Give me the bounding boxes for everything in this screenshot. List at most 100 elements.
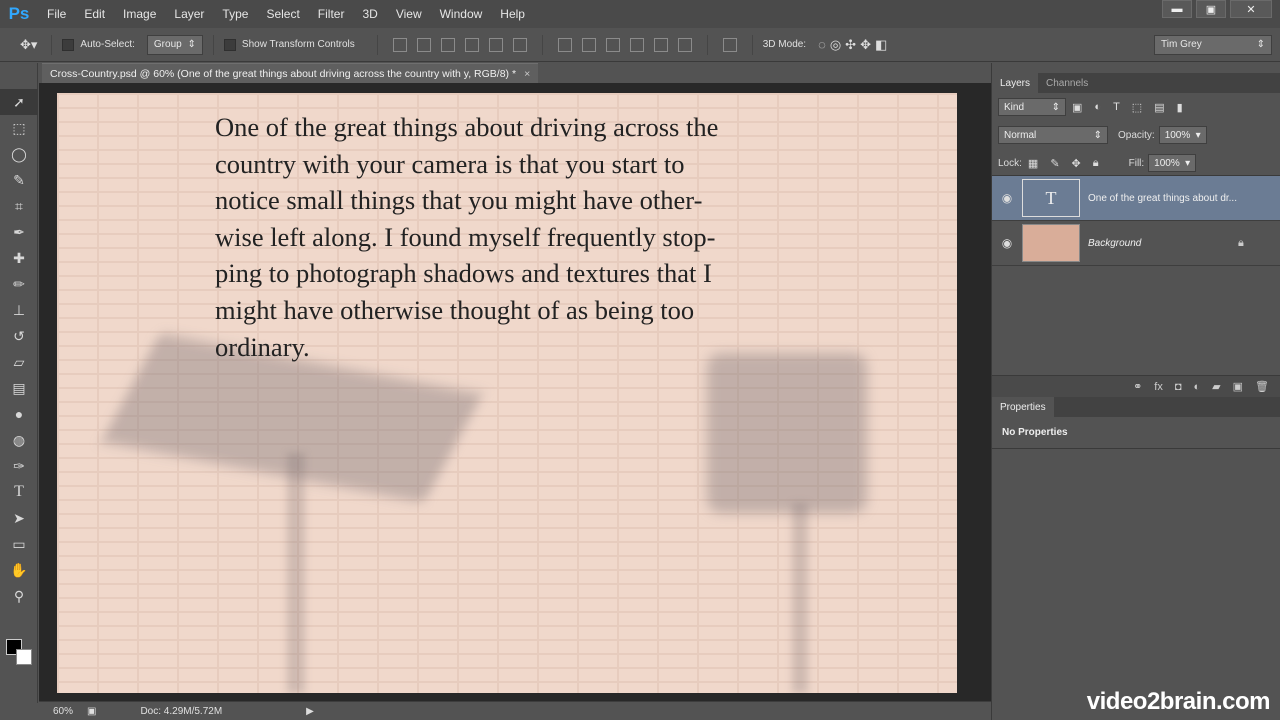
- layer-name[interactable]: One of the great things about dr...: [1088, 193, 1248, 204]
- opacity-input[interactable]: 100% ▾: [1158, 126, 1207, 144]
- menu-help[interactable]: Help: [491, 0, 534, 28]
- document-canvas[interactable]: One of the great things about driving ac…: [57, 93, 957, 693]
- align-vcenter-icon[interactable]: [416, 37, 431, 52]
- eraser-tool-icon[interactable]: ▱: [0, 349, 38, 375]
- path-select-tool-icon[interactable]: ➤: [0, 505, 38, 531]
- restore-button[interactable]: ▣: [1196, 0, 1226, 18]
- 3d-roll-icon[interactable]: ◎: [830, 37, 841, 53]
- distribute-hcenter-icon[interactable]: [653, 37, 668, 52]
- menu-edit[interactable]: Edit: [75, 0, 114, 28]
- menu-select[interactable]: Select: [257, 0, 308, 28]
- zoom-level[interactable]: 60%: [39, 706, 87, 717]
- clone-stamp-tool-icon[interactable]: ⊥: [0, 297, 38, 323]
- blur-tool-icon[interactable]: ●: [0, 401, 38, 427]
- quick-select-tool-icon[interactable]: ✎: [0, 167, 38, 193]
- adjustment-filter-icon[interactable]: ◐: [1094, 101, 1101, 113]
- distribute-left-icon[interactable]: [629, 37, 644, 52]
- distribute-vcenter-icon[interactable]: [581, 37, 596, 52]
- layer-row-text[interactable]: ◉ T One of the great things about dr...: [992, 176, 1280, 221]
- history-brush-tool-icon[interactable]: ↺: [0, 323, 38, 349]
- rectangle-tool-icon[interactable]: ▭: [0, 531, 38, 557]
- close-tab-icon[interactable]: ×: [524, 68, 530, 80]
- marquee-tool-icon[interactable]: ⬚: [0, 115, 38, 141]
- 3d-slide-icon[interactable]: ✥: [860, 37, 871, 53]
- 3d-scale-icon[interactable]: ◧: [875, 37, 887, 53]
- move-tool-icon[interactable]: ✥▾: [20, 37, 37, 53]
- distribute-bottom-icon[interactable]: [605, 37, 620, 52]
- smart-object-filter-icon[interactable]: ▤: [1154, 101, 1164, 114]
- lock-position-icon[interactable]: ✥: [1072, 157, 1081, 170]
- menu-filter[interactable]: Filter: [309, 0, 354, 28]
- minimize-button[interactable]: ▬: [1162, 0, 1192, 18]
- crop-tool-icon[interactable]: ⌗: [0, 193, 38, 219]
- menu-view[interactable]: View: [387, 0, 431, 28]
- menu-image[interactable]: Image: [114, 0, 165, 28]
- auto-select-checkbox[interactable]: [62, 38, 75, 51]
- menu-file[interactable]: File: [38, 0, 75, 28]
- fx-icon[interactable]: fx: [1154, 381, 1163, 393]
- layer-name[interactable]: Background: [1088, 238, 1228, 249]
- adjustment-layer-icon[interactable]: ◐: [1194, 381, 1201, 393]
- auto-align-icon[interactable]: [722, 37, 737, 52]
- align-top-icon[interactable]: [392, 37, 407, 52]
- move-tool-icon[interactable]: ➚: [0, 89, 38, 115]
- lock-all-icon[interactable]: 🔒︎: [1093, 157, 1099, 170]
- add-mask-icon[interactable]: ◘: [1175, 381, 1182, 393]
- text-line: One of the great things about driving ac…: [215, 112, 719, 142]
- divider: [706, 34, 708, 55]
- blend-mode-dropdown[interactable]: Normal ⇕: [998, 126, 1108, 144]
- pen-tool-icon[interactable]: ✑: [0, 453, 38, 479]
- align-left-icon[interactable]: [464, 37, 479, 52]
- link-layers-icon[interactable]: ⚭: [1133, 380, 1142, 393]
- background-color-swatch[interactable]: [16, 649, 32, 665]
- pixel-filter-icon[interactable]: ▣: [1072, 101, 1082, 114]
- new-group-icon[interactable]: ▰: [1212, 380, 1220, 393]
- type-filter-icon[interactable]: T: [1113, 101, 1120, 113]
- gradient-tool-icon[interactable]: ▤: [0, 375, 38, 401]
- menu-layer[interactable]: Layer: [165, 0, 213, 28]
- trash-icon[interactable]: 🗑︎: [1255, 380, 1269, 393]
- filter-kind-dropdown[interactable]: Kind ⇕: [998, 98, 1066, 116]
- align-bottom-icon[interactable]: [440, 37, 455, 52]
- tab-layers[interactable]: Layers: [992, 73, 1039, 93]
- zoom-tool-icon[interactable]: ⚲: [0, 583, 38, 609]
- show-transform-checkbox[interactable]: [223, 38, 236, 51]
- menu-window[interactable]: Window: [431, 0, 492, 28]
- lock-image-icon[interactable]: ✎: [1050, 157, 1059, 170]
- hand-tool-icon[interactable]: ✋: [0, 557, 38, 583]
- distribute-right-icon[interactable]: [677, 37, 692, 52]
- new-layer-icon[interactable]: ▣: [1233, 380, 1243, 393]
- type-tool-icon[interactable]: T: [0, 479, 38, 505]
- lock-transparent-icon[interactable]: ▦: [1028, 157, 1038, 170]
- align-right-icon[interactable]: [512, 37, 527, 52]
- distribute-top-icon[interactable]: [557, 37, 572, 52]
- menu-3d[interactable]: 3D: [353, 0, 386, 28]
- brush-tool-icon[interactable]: ✏: [0, 271, 38, 297]
- lasso-tool-icon[interactable]: ◯: [0, 141, 38, 167]
- shape-filter-icon[interactable]: ⬚: [1132, 101, 1142, 114]
- layer-row-background[interactable]: ◉ Background 🔒︎: [992, 221, 1280, 266]
- close-button[interactable]: ✕: [1230, 0, 1272, 18]
- fill-input[interactable]: 100% ▾: [1148, 154, 1197, 172]
- visibility-eye-icon[interactable]: ◉: [992, 191, 1022, 205]
- auto-select-dropdown[interactable]: Group ⇕: [146, 34, 203, 55]
- visibility-eye-icon[interactable]: ◉: [992, 236, 1022, 250]
- play-arrow-icon[interactable]: ▶: [306, 706, 314, 717]
- dodge-tool-icon[interactable]: ◍: [0, 427, 38, 453]
- show-transform-label: Show Transform Controls: [241, 39, 355, 50]
- healing-tool-icon[interactable]: ✚: [0, 245, 38, 271]
- properties-panel-tabs: Properties: [992, 397, 1280, 417]
- menu-type[interactable]: Type: [213, 0, 257, 28]
- workspace-dropdown[interactable]: Tim Grey ⇕: [1154, 34, 1272, 55]
- status-icon[interactable]: ▣: [87, 706, 96, 717]
- text-line: country with your camera is that you sta…: [215, 148, 685, 179]
- document-tab[interactable]: Cross-Country.psd @ 60% (One of the grea…: [42, 63, 539, 83]
- tab-channels[interactable]: Channels: [1038, 73, 1096, 93]
- text-layer-content[interactable]: One of the great things about driving ac…: [215, 109, 815, 365]
- filter-toggle-icon[interactable]: ▮: [1177, 101, 1183, 114]
- eyedropper-tool-icon[interactable]: ✒: [0, 219, 38, 245]
- 3d-pan-icon[interactable]: ✣: [845, 37, 856, 53]
- tab-properties[interactable]: Properties: [992, 397, 1054, 417]
- 3d-rotate-icon[interactable]: ◌: [818, 37, 826, 52]
- align-hcenter-icon[interactable]: [488, 37, 503, 52]
